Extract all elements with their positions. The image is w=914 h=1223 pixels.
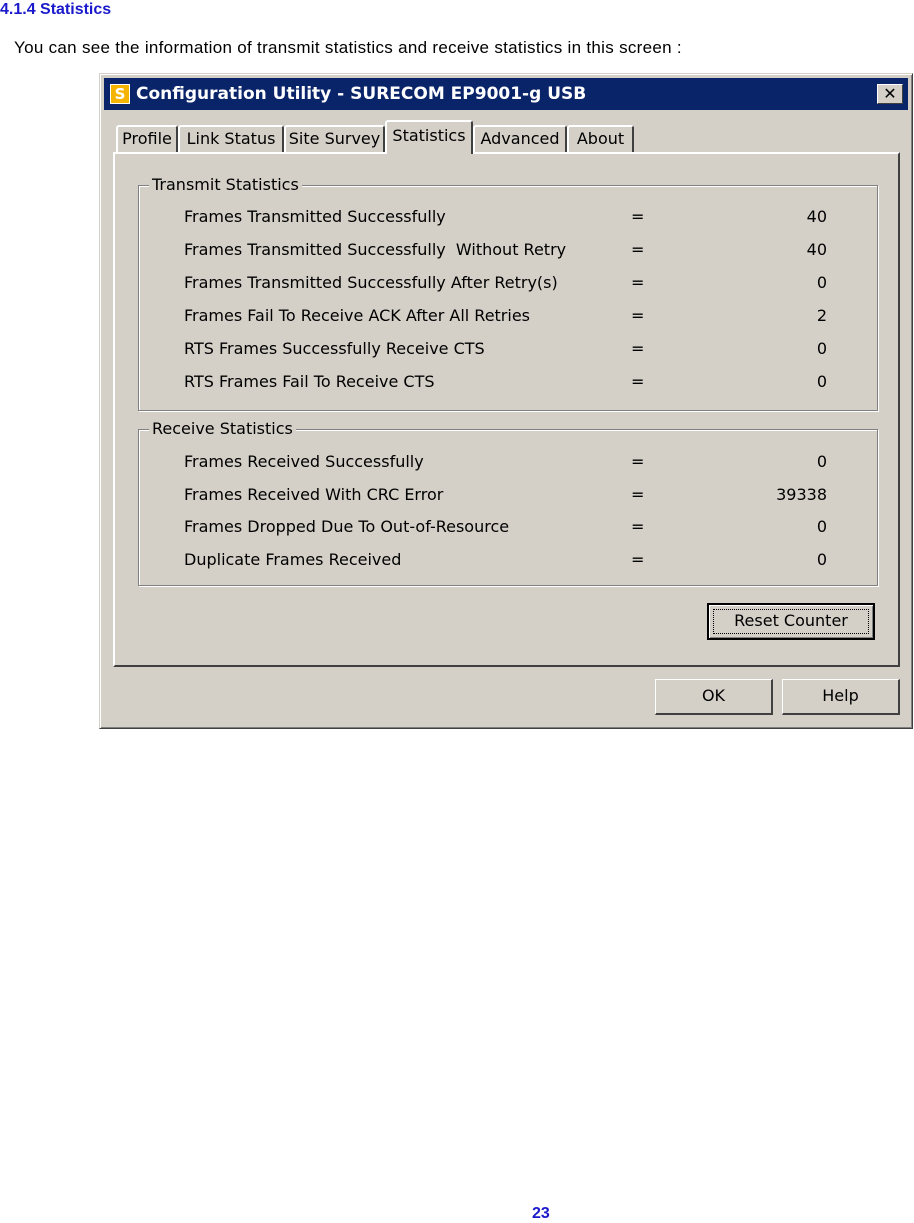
transmit-statistics-group: Transmit Statistics Frames Transmitted S… bbox=[138, 175, 878, 411]
stat-label: Frames Dropped Due To Out-of-Resource bbox=[184, 517, 510, 536]
stat-equals: = bbox=[631, 517, 645, 536]
stat-row: RTS Frames Fail To Receive CTS = 0 bbox=[139, 371, 877, 393]
stat-label: RTS Frames Successfully Receive CTS bbox=[184, 339, 485, 358]
close-button[interactable]: ✕ bbox=[877, 84, 903, 104]
stat-row: Frames Transmitted Successfully = 40 bbox=[139, 206, 877, 228]
title-bar[interactable]: S Configuration Utility - SURECOM EP9001… bbox=[104, 78, 908, 110]
stat-label: Frames Received Successfully bbox=[184, 452, 424, 471]
stat-value: 0 bbox=[816, 550, 827, 569]
stat-row: Frames Dropped Due To Out-of-Resource = … bbox=[139, 516, 877, 538]
tab-advanced[interactable]: Advanced bbox=[473, 125, 567, 152]
stat-equals: = bbox=[631, 240, 645, 259]
statistics-panel: Transmit Statistics Frames Transmitted S… bbox=[113, 152, 900, 667]
ok-button[interactable]: OK bbox=[655, 679, 773, 715]
stat-value: 0 bbox=[816, 452, 827, 471]
stat-equals: = bbox=[631, 306, 645, 325]
stat-value: 40 bbox=[806, 207, 827, 226]
stat-equals: = bbox=[631, 485, 645, 504]
tab-site-survey[interactable]: Site Survey bbox=[284, 125, 385, 152]
stat-value: 0 bbox=[816, 517, 827, 536]
stat-equals: = bbox=[631, 550, 645, 569]
stat-value: 40 bbox=[806, 240, 827, 259]
stat-equals: = bbox=[631, 339, 645, 358]
tab-about[interactable]: About bbox=[567, 125, 634, 152]
stat-row: Frames Fail To Receive ACK After All Ret… bbox=[139, 305, 877, 327]
receive-statistics-group: Receive Statistics Frames Received Succe… bbox=[138, 419, 878, 586]
stat-value: 0 bbox=[816, 372, 827, 391]
stat-label: Frames Transmitted Successfully bbox=[184, 207, 446, 226]
help-button[interactable]: Help bbox=[782, 679, 900, 715]
stat-equals: = bbox=[631, 452, 645, 471]
transmit-statistics-legend: Transmit Statistics bbox=[149, 175, 302, 195]
section-heading: 4.1.4 Statistics bbox=[0, 1, 112, 18]
stat-label: Duplicate Frames Received bbox=[184, 550, 402, 569]
intro-text: You can see the information of transmit … bbox=[14, 38, 682, 57]
stat-label: Frames Transmitted Successfully Without … bbox=[184, 240, 567, 259]
stat-row: Frames Received With CRC Error = 39338 bbox=[139, 484, 877, 506]
tab-profile[interactable]: Profile bbox=[116, 125, 178, 152]
receive-statistics-legend: Receive Statistics bbox=[149, 419, 296, 439]
stat-row: Frames Transmitted Successfully After Re… bbox=[139, 272, 877, 294]
stat-equals: = bbox=[631, 207, 645, 226]
stat-value: 39338 bbox=[776, 485, 827, 504]
stat-value: 2 bbox=[816, 306, 827, 325]
ok-label: OK bbox=[701, 686, 726, 705]
stat-equals: = bbox=[631, 273, 645, 292]
stat-label: Frames Received With CRC Error bbox=[184, 485, 444, 504]
stat-value: 0 bbox=[816, 273, 827, 292]
reset-counter-button[interactable]: Reset Counter bbox=[707, 603, 875, 640]
config-utility-window: S Configuration Utility - SURECOM EP9001… bbox=[99, 73, 913, 729]
stat-label: RTS Frames Fail To Receive CTS bbox=[184, 372, 435, 391]
stat-row: Duplicate Frames Received = 0 bbox=[139, 549, 877, 571]
stat-row: Frames Transmitted Successfully Without … bbox=[139, 239, 877, 261]
stat-label: Frames Transmitted Successfully After Re… bbox=[184, 273, 558, 292]
tab-statistics[interactable]: Statistics bbox=[385, 120, 473, 154]
stat-equals: = bbox=[631, 372, 645, 391]
stat-row: RTS Frames Successfully Receive CTS = 0 bbox=[139, 338, 877, 360]
stat-label: Frames Fail To Receive ACK After All Ret… bbox=[184, 306, 531, 325]
help-label: Help bbox=[822, 686, 859, 705]
stat-value: 0 bbox=[816, 339, 827, 358]
stat-row: Frames Received Successfully = 0 bbox=[139, 451, 877, 473]
window-title: Configuration Utility - SURECOM EP9001-g… bbox=[136, 84, 587, 104]
close-icon: ✕ bbox=[883, 84, 897, 103]
tab-link-status[interactable]: Link Status bbox=[178, 125, 284, 152]
focus-indicator bbox=[713, 609, 869, 634]
app-icon: S bbox=[110, 84, 130, 104]
page-number: 23 bbox=[532, 1205, 550, 1222]
